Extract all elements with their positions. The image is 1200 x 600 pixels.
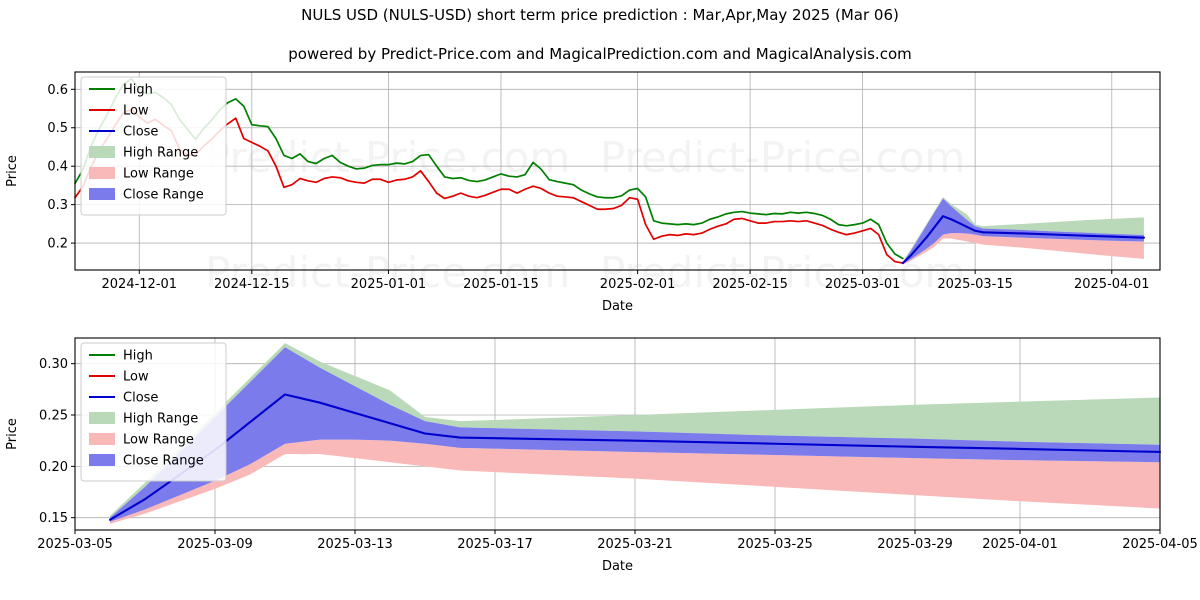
- legend-swatch: [89, 433, 115, 445]
- x-tick-label: 2025-02-01: [600, 277, 676, 292]
- legend-label: Close: [123, 391, 158, 406]
- watermark: Predict-Price.comPredict-Price.comPredic…: [205, 133, 965, 297]
- legend-swatch: [89, 188, 115, 200]
- y-tick-label: 0.3: [47, 198, 68, 213]
- x-tick-label: 2025-03-21: [597, 537, 673, 552]
- x-tick-label: 2025-03-09: [177, 537, 253, 552]
- y-tick-label: 0.4: [47, 160, 68, 175]
- legend-swatch: [89, 167, 115, 179]
- legend-label: Low: [123, 104, 149, 119]
- x-tick-label: 2025-04-05: [1122, 537, 1198, 552]
- x-tick-label: 2025-02-15: [712, 277, 788, 292]
- chart-page: NULS USD (NULS-USD) short term price pre…: [0, 0, 1200, 600]
- x-tick-label: 2025-01-15: [463, 277, 539, 292]
- y-tick-label: 0.20: [39, 460, 68, 475]
- y-tick-label: 0.2: [47, 237, 68, 252]
- y-axis-label: Price: [5, 155, 20, 187]
- legend-swatch: [89, 146, 115, 158]
- legend-label: Close Range: [123, 454, 204, 469]
- y-tick-label: 0.30: [39, 357, 68, 372]
- x-tick-label: 2025-03-01: [825, 277, 901, 292]
- y-tick-label: 0.25: [39, 409, 68, 424]
- x-tick-label: 2024-12-01: [102, 277, 178, 292]
- legend-label: High Range: [123, 412, 198, 427]
- legend-label: High Range: [123, 146, 198, 161]
- chart-legend: High Low Close High Range Low Range Close Ran…: [80, 76, 227, 216]
- x-tick-label: 2025-01-01: [351, 277, 427, 292]
- y-axis-label: Price: [5, 418, 20, 450]
- svg-text:Predict-Price.com: Predict-Price.com: [205, 133, 570, 182]
- overview-chart: Predict-Price.comPredict-Price.comPredic…: [5, 71, 1161, 312]
- x-tick-label: 2025-03-29: [877, 537, 953, 552]
- y-tick-label: 0.6: [47, 83, 68, 98]
- x-tick-label: 2025-03-17: [457, 537, 533, 552]
- chart-legend: High Low Close High Range Low Range Close Ran…: [80, 342, 227, 482]
- page-subtitle: powered by Predict-Price.com and Magical…: [288, 45, 912, 63]
- x-tick-label: 2025-03-05: [37, 537, 113, 552]
- x-tick-label: 2025-03-15: [937, 277, 1013, 292]
- legend-label: Close: [123, 125, 158, 140]
- legend-swatch: [89, 454, 115, 466]
- forecast-detail-chart: Predict-Price.comPredict-Price.com0.150.…: [5, 337, 1198, 574]
- page-title: NULS USD (NULS-USD) short term price pre…: [301, 6, 899, 24]
- x-tick-label: 2025-03-25: [737, 537, 813, 552]
- x-tick-label: 2025-04-01: [982, 537, 1058, 552]
- legend-label: Low Range: [123, 433, 194, 448]
- y-tick-label: 0.15: [39, 511, 68, 526]
- legend-label: Low: [123, 370, 149, 385]
- x-axis-label: Date: [602, 559, 633, 574]
- legend-label: High: [123, 83, 153, 98]
- svg-text:Predict-Price.com: Predict-Price.com: [600, 133, 965, 182]
- legend-label: High: [123, 349, 153, 364]
- y-tick-label: 0.5: [47, 121, 68, 136]
- legend-label: Close Range: [123, 188, 204, 203]
- x-axis-label: Date: [602, 299, 633, 312]
- legend-label: Low Range: [123, 167, 194, 182]
- x-tick-label: 2025-04-01: [1074, 277, 1150, 292]
- x-tick-label: 2025-03-13: [317, 537, 393, 552]
- legend-swatch: [89, 412, 115, 424]
- x-tick-label: 2024-12-15: [214, 277, 290, 292]
